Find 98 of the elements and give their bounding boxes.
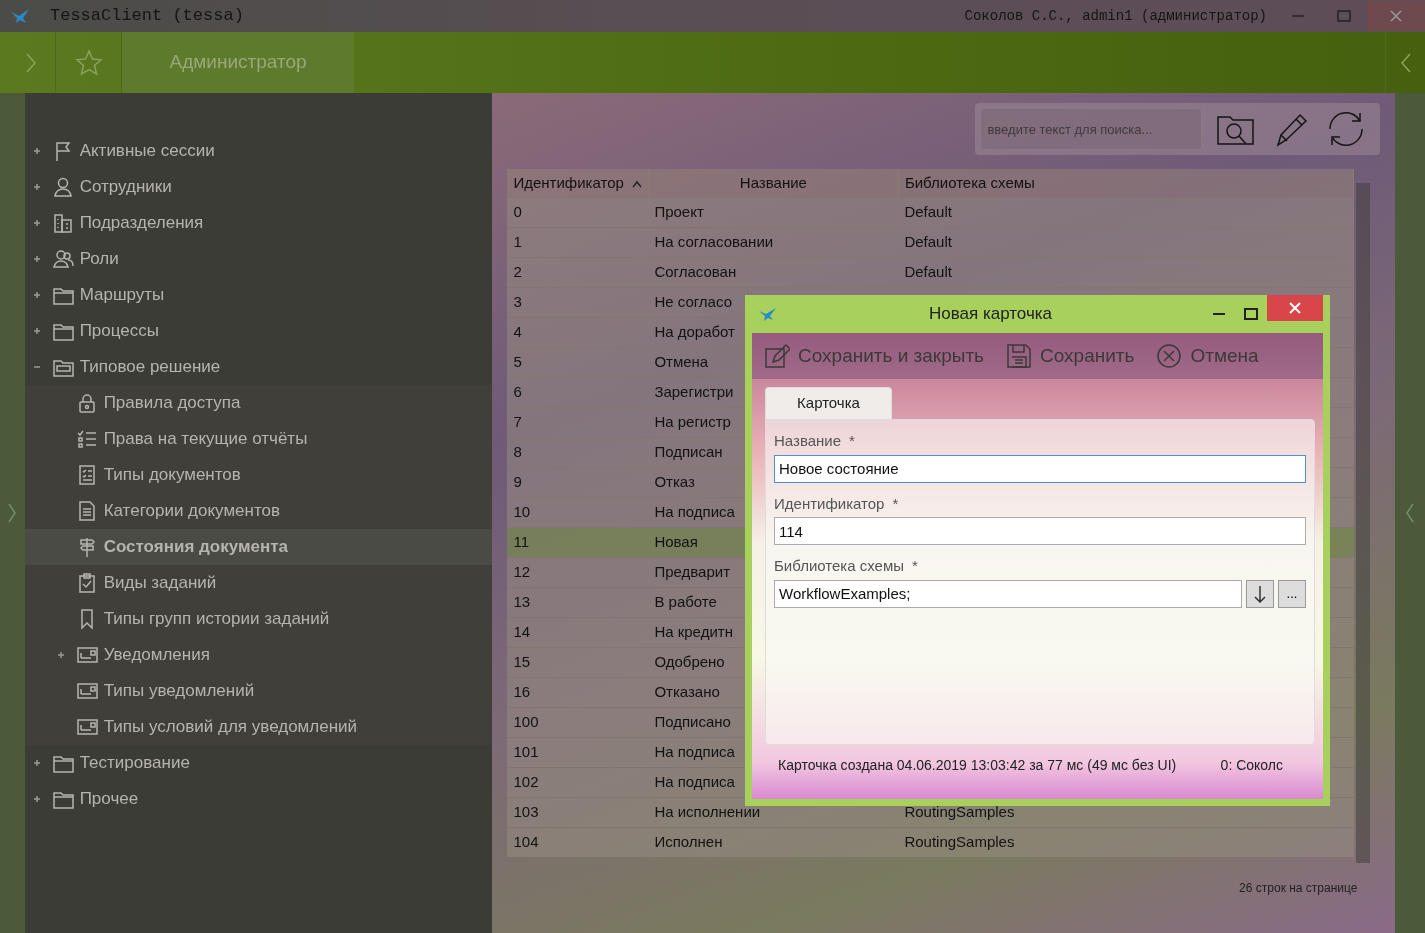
chevron-left-icon (1399, 51, 1412, 74)
table-cell: Default (898, 197, 1354, 227)
table-cell: 0 (507, 197, 649, 227)
cancel-icon (1156, 343, 1183, 369)
close-button[interactable] (1267, 295, 1323, 321)
tree-item[interactable]: Типовое решение (79, 354, 221, 380)
table-cell: 14 (507, 617, 649, 647)
maximize-icon (1337, 10, 1351, 22)
document-icon (76, 464, 98, 486)
status-text: Карточка создана 04.06.2019 13:03:42 за 77 мс (49 мс без UI) (778, 756, 1177, 775)
window-title: TessaClient (tessa) (50, 5, 244, 28)
table-cell: 9 (507, 467, 649, 497)
close-icon (1390, 10, 1402, 22)
bird-logo-icon (10, 8, 32, 24)
search-field[interactable]: введите текст для поиска... (980, 108, 1203, 150)
scrollbar[interactable] (1356, 183, 1371, 863)
tree-item[interactable]: Виды заданий (103, 570, 217, 596)
tree-item[interactable]: Типы групп истории заданий (103, 606, 330, 632)
minimize-icon (1213, 313, 1225, 315)
table-cell: 15 (507, 647, 649, 677)
row-count: 26 строк на странице (1239, 880, 1358, 897)
card-icon (76, 644, 98, 666)
table-cell: 10 (507, 497, 649, 527)
save-icon (1006, 343, 1032, 369)
tree-item[interactable]: Категории документов (103, 498, 281, 524)
table-cell: Исполнен (648, 827, 899, 857)
bird-logo-icon (758, 307, 778, 321)
chevron-right-icon (24, 51, 37, 74)
table-cell: Проект (648, 197, 899, 227)
star-icon (74, 48, 103, 77)
table-cell: Default (898, 227, 1354, 257)
card-tab[interactable]: Карточка (765, 387, 892, 419)
table-cell: 4 (507, 317, 649, 347)
tree-item[interactable]: Правила доступа (103, 390, 241, 416)
table-cell: 2 (507, 257, 649, 287)
tree-item[interactable]: Подразделения (79, 210, 204, 236)
user-name: Соколов С.С., admin1 (администратор) (964, 6, 1267, 26)
status-user: 0: Соколс (1220, 756, 1283, 775)
table-cell: 3 (507, 287, 649, 317)
tree-item[interactable]: Уведомления (103, 642, 210, 668)
table-cell: 100 (507, 707, 649, 737)
browse-button[interactable]: ... (1278, 579, 1306, 608)
field-label: Библиотека схемы (774, 556, 904, 576)
tree-item[interactable]: Маршруты (79, 282, 165, 308)
tree-item[interactable]: Активные сессии (79, 138, 215, 164)
tree-item[interactable]: Прочее (79, 786, 139, 812)
input-field[interactable]: 114 (774, 517, 1306, 545)
checklist-icon (76, 428, 98, 450)
table-cell: RoutingSamples (898, 827, 1354, 857)
dropdown-button[interactable] (1246, 579, 1274, 608)
tree-item[interactable]: Типы документов (103, 462, 241, 488)
table-cell: 7 (507, 407, 649, 437)
table-cell: 13 (507, 587, 649, 617)
people-icon (52, 248, 74, 270)
table-cell: 1 (507, 227, 649, 257)
table-cell: Согласован (648, 257, 899, 287)
input-field[interactable]: Новое состояние (774, 454, 1306, 483)
table-cell: 6 (507, 377, 649, 407)
column-header[interactable]: Идентификатор (507, 169, 649, 197)
close-icon (1289, 302, 1301, 314)
table-cell: 102 (507, 767, 649, 797)
table-cell: 103 (507, 797, 649, 827)
chevron-right-icon (7, 502, 18, 524)
input-field[interactable]: WorkflowExamples; (774, 579, 1242, 608)
minimize-icon (1292, 15, 1304, 17)
required-mark: * (912, 556, 918, 576)
tree-item[interactable]: Права на текущие отчёты (103, 426, 308, 452)
tree-item[interactable]: Процессы (79, 318, 159, 344)
field-label: Идентификатор (774, 493, 885, 514)
tree-item[interactable]: Типы условий для уведомлений (103, 714, 358, 740)
lock-icon (76, 392, 98, 414)
tree-item[interactable]: Тестирование (79, 750, 190, 776)
edit-icon (764, 343, 790, 369)
down-arrow-icon (1254, 584, 1266, 603)
table-cell: 104 (507, 827, 649, 857)
table-cell: 5 (507, 347, 649, 377)
table-cell: 12 (507, 557, 649, 587)
dialog-title: Новая карточка (927, 303, 1054, 326)
column-header[interactable]: Библиотека схемы (898, 169, 1354, 197)
table-cell: 11 (507, 527, 649, 557)
maximize-icon (1244, 308, 1258, 320)
table-cell: 8 (507, 437, 649, 467)
clipboard-icon (76, 572, 98, 594)
card-icon (76, 716, 98, 738)
document-icon (76, 500, 98, 522)
tree-item[interactable]: Типы уведомлений (103, 678, 255, 704)
card-icon (76, 680, 98, 702)
table-cell: 16 (507, 677, 649, 707)
table-cell: На согласовании (648, 227, 899, 257)
tree-item[interactable]: Сотрудники (79, 174, 172, 200)
column-header[interactable]: Название (648, 169, 899, 197)
required-mark: * (892, 493, 899, 514)
person-icon (52, 176, 74, 198)
chevron-left-icon (1405, 502, 1416, 524)
table-cell: 101 (507, 737, 649, 767)
building-icon (52, 212, 74, 234)
tree-item[interactable]: Роли (79, 246, 119, 272)
table-cell: Default (898, 257, 1354, 287)
